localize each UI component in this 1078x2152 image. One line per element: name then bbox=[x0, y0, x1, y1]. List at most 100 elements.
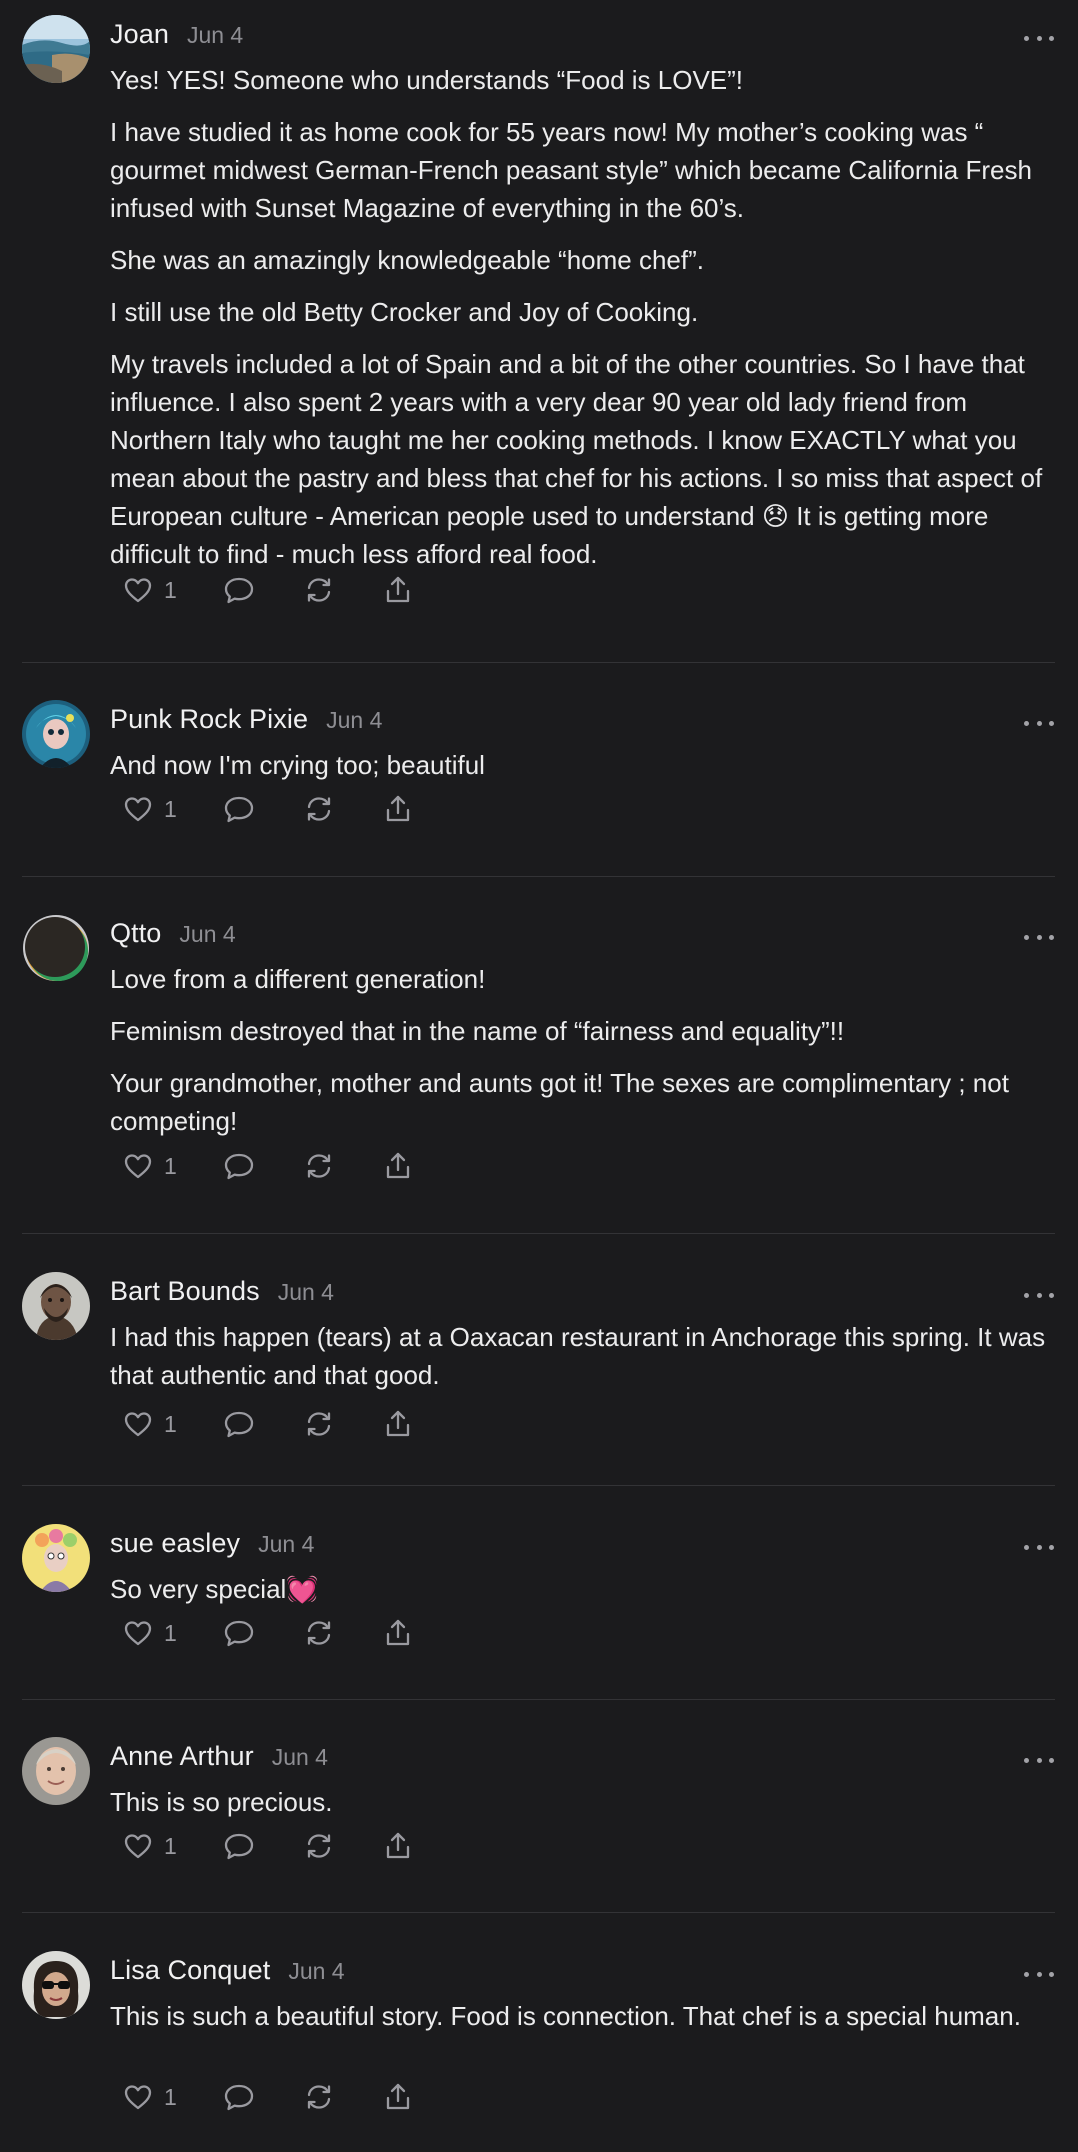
comment-body: I had this happen (tears) at a Oaxacan r… bbox=[110, 1318, 1060, 1408]
comment-paragraph: I have studied it as home cook for 55 ye… bbox=[110, 117, 1032, 223]
restack-button[interactable] bbox=[302, 1830, 336, 1862]
like-count: 1 bbox=[164, 1832, 177, 1859]
comment-paragraph: Love from a different generation! bbox=[110, 964, 486, 994]
comment-paragraph: So very special💓 bbox=[110, 1574, 319, 1604]
speech-bubble-icon bbox=[222, 2081, 256, 2113]
comment-actions: 1 bbox=[122, 1146, 414, 1186]
like-count: 1 bbox=[164, 1152, 177, 1179]
comment-actions: 1 bbox=[122, 789, 414, 829]
like-button[interactable]: 1 bbox=[122, 574, 184, 606]
like-button[interactable]: 1 bbox=[122, 1150, 184, 1182]
refresh-icon bbox=[302, 1617, 336, 1649]
reply-button[interactable] bbox=[222, 1830, 256, 1862]
refresh-icon bbox=[302, 2081, 336, 2113]
share-button[interactable] bbox=[382, 2081, 414, 2113]
speech-bubble-icon bbox=[222, 793, 256, 825]
share-button[interactable] bbox=[382, 574, 414, 606]
reply-button[interactable] bbox=[222, 1617, 256, 1649]
heart-icon bbox=[122, 1830, 154, 1862]
comment-paragraph: This is so precious. bbox=[110, 1787, 333, 1817]
share-button[interactable] bbox=[382, 1408, 414, 1440]
avatar[interactable] bbox=[22, 700, 90, 768]
comment-paragraph: I still use the old Betty Crocker and Jo… bbox=[110, 297, 699, 327]
comment-header: Joan Jun 4 bbox=[110, 19, 243, 59]
restack-button[interactable] bbox=[302, 1617, 336, 1649]
like-count: 1 bbox=[164, 2083, 177, 2110]
more-dots-icon[interactable] bbox=[1024, 1542, 1054, 1552]
restack-button[interactable] bbox=[302, 574, 336, 606]
restack-button[interactable] bbox=[302, 793, 336, 825]
comment-divider bbox=[22, 876, 1055, 877]
avatar[interactable] bbox=[22, 1272, 90, 1340]
like-button[interactable]: 1 bbox=[122, 1408, 184, 1440]
comment-divider bbox=[22, 1485, 1055, 1486]
comment-paragraph: Your grandmother, mother and aunts got i… bbox=[110, 1068, 1009, 1136]
comment-actions: 1 bbox=[122, 1826, 414, 1866]
comment-actions: 1 bbox=[122, 1613, 414, 1653]
author-name[interactable]: Qtto bbox=[110, 918, 161, 949]
author-name[interactable]: Anne Arthur bbox=[110, 1741, 254, 1772]
reply-button[interactable] bbox=[222, 1408, 256, 1440]
comment-body: This is such a beautiful story. Food is … bbox=[110, 1997, 1060, 2049]
heart-icon bbox=[122, 1150, 154, 1182]
comment-divider bbox=[22, 662, 1055, 663]
share-upload-icon bbox=[382, 574, 414, 606]
like-button[interactable]: 1 bbox=[122, 1617, 184, 1649]
reply-button[interactable] bbox=[222, 574, 256, 606]
share-button[interactable] bbox=[382, 1617, 414, 1649]
heart-icon bbox=[122, 574, 154, 606]
more-dots-icon[interactable] bbox=[1024, 1290, 1054, 1300]
share-button[interactable] bbox=[382, 1830, 414, 1862]
comment-header: Qtto Jun 4 bbox=[110, 918, 236, 958]
comment-date[interactable]: Jun 4 bbox=[258, 1531, 314, 1558]
more-dots-icon[interactable] bbox=[1024, 1969, 1054, 1979]
more-dots-icon[interactable] bbox=[1024, 1755, 1054, 1765]
like-button[interactable]: 1 bbox=[122, 1830, 184, 1862]
restack-button[interactable] bbox=[302, 1150, 336, 1182]
heart-icon bbox=[122, 2081, 154, 2113]
comment-paragraph: My travels included a lot of Spain and a… bbox=[110, 349, 1043, 569]
speech-bubble-icon bbox=[222, 1617, 256, 1649]
comment-date[interactable]: Jun 4 bbox=[326, 707, 382, 734]
comment-paragraph: This is such a beautiful story. Food is … bbox=[110, 2001, 1021, 2031]
avatar[interactable] bbox=[22, 1737, 90, 1805]
restack-button[interactable] bbox=[302, 1408, 336, 1440]
like-button[interactable]: 1 bbox=[122, 793, 184, 825]
heart-icon bbox=[122, 793, 154, 825]
comment-date[interactable]: Jun 4 bbox=[272, 1744, 328, 1771]
author-name[interactable]: Lisa Conquet bbox=[110, 1955, 270, 1986]
avatar[interactable] bbox=[22, 15, 90, 83]
author-name[interactable]: Bart Bounds bbox=[110, 1276, 260, 1307]
like-button[interactable]: 1 bbox=[122, 2081, 184, 2113]
author-name[interactable]: Joan bbox=[110, 19, 169, 50]
more-dots-icon[interactable] bbox=[1024, 33, 1054, 43]
comment-date[interactable]: Jun 4 bbox=[288, 1958, 344, 1985]
comment-date[interactable]: Jun 4 bbox=[179, 921, 235, 948]
like-count: 1 bbox=[164, 795, 177, 822]
avatar[interactable] bbox=[22, 1524, 90, 1592]
reply-button[interactable] bbox=[222, 1150, 256, 1182]
speech-bubble-icon bbox=[222, 1150, 256, 1182]
reply-button[interactable] bbox=[222, 2081, 256, 2113]
avatar[interactable] bbox=[22, 914, 90, 982]
share-button[interactable] bbox=[382, 1150, 414, 1182]
avatar[interactable] bbox=[22, 1951, 90, 2019]
author-name[interactable]: sue easley bbox=[110, 1528, 240, 1559]
comment-date[interactable]: Jun 4 bbox=[187, 22, 243, 49]
comment-body: Love from a different generation! Feminis… bbox=[110, 960, 1060, 1154]
like-count: 1 bbox=[164, 576, 177, 603]
share-upload-icon bbox=[382, 1830, 414, 1862]
share-upload-icon bbox=[382, 1408, 414, 1440]
more-dots-icon[interactable] bbox=[1024, 932, 1054, 942]
more-dots-icon[interactable] bbox=[1024, 718, 1054, 728]
share-button[interactable] bbox=[382, 793, 414, 825]
comment-paragraph: Yes! YES! Someone who understands “Food … bbox=[110, 65, 744, 95]
comment-header: Bart Bounds Jun 4 bbox=[110, 1276, 334, 1316]
author-name[interactable]: Punk Rock Pixie bbox=[110, 704, 308, 735]
comment-actions: 1 bbox=[122, 2077, 414, 2117]
comment-header: sue easley Jun 4 bbox=[110, 1528, 314, 1568]
comment-date[interactable]: Jun 4 bbox=[278, 1279, 334, 1306]
comment-divider bbox=[22, 1912, 1055, 1913]
restack-button[interactable] bbox=[302, 2081, 336, 2113]
reply-button[interactable] bbox=[222, 793, 256, 825]
